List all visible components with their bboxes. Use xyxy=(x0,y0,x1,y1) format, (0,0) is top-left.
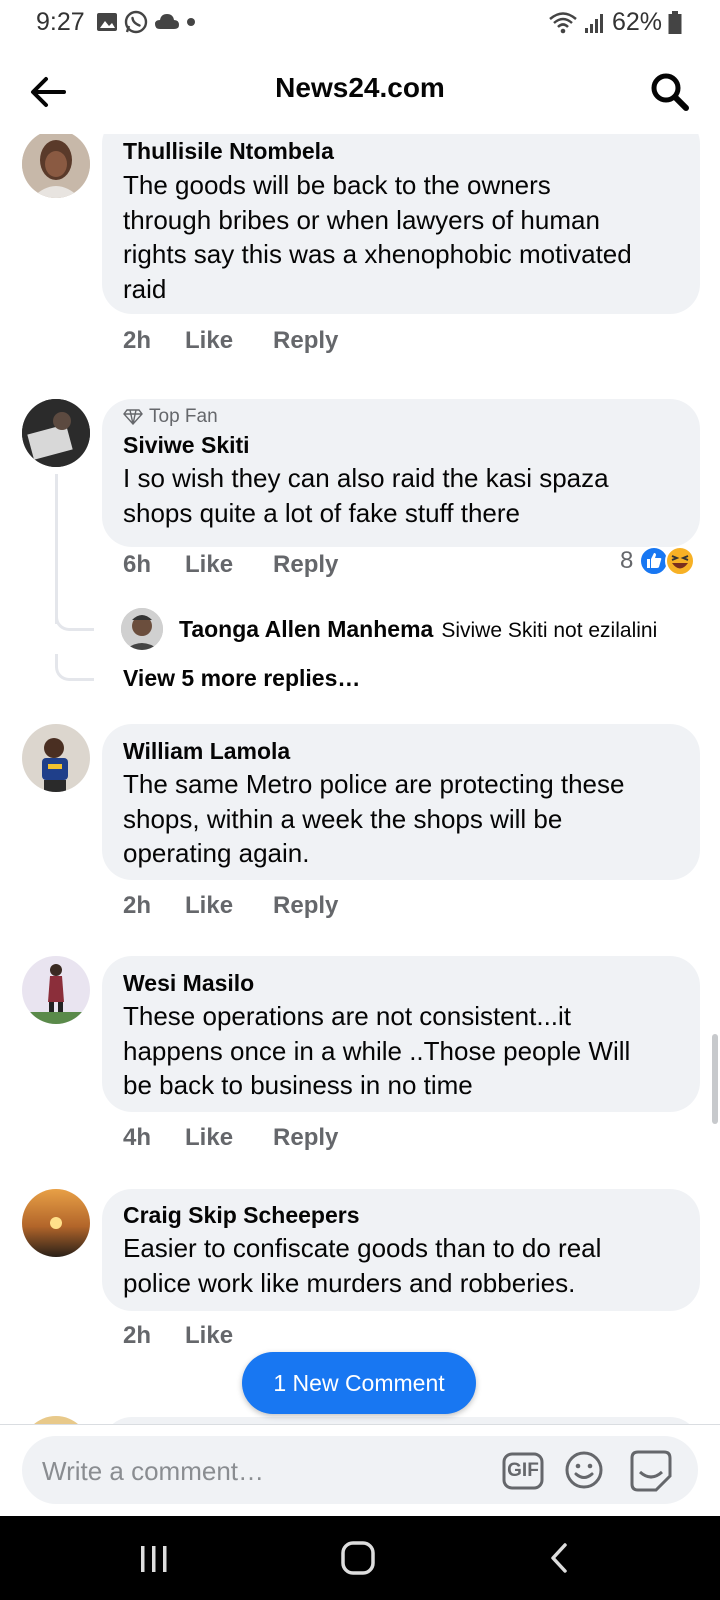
like-button[interactable]: Like xyxy=(185,1124,233,1152)
comment-text: The same Metro police are protecting the… xyxy=(123,769,625,868)
dot-icon xyxy=(187,18,195,26)
wifi-icon xyxy=(549,11,577,33)
comment-time: 2h xyxy=(123,1322,152,1349)
comment-actions: 4h Like Reply xyxy=(123,1124,338,1152)
whatsapp-icon xyxy=(124,10,148,34)
comment-actions: 2h Like Reply xyxy=(123,892,338,920)
status-system-icons: 62% xyxy=(548,8,682,37)
avatar[interactable] xyxy=(22,399,90,467)
gallery-icon xyxy=(97,13,117,31)
comment-input[interactable]: Write a comment… GIF xyxy=(22,1436,698,1504)
comment-actions: 6h Like Reply xyxy=(123,551,338,579)
commenter-name[interactable]: Siviwe Skiti xyxy=(123,432,250,459)
search-icon xyxy=(651,73,689,111)
cloud-icon xyxy=(155,14,179,29)
reply-preview[interactable]: Taonga Allen Manhema Siviwe Skiti not ez… xyxy=(179,616,657,643)
thread-line xyxy=(55,474,58,624)
thread-connector xyxy=(55,604,94,631)
sticker-icon xyxy=(630,1450,672,1492)
home-icon xyxy=(341,1541,375,1575)
system-nav-bar xyxy=(0,1516,720,1600)
like-button[interactable]: Like xyxy=(185,1322,233,1350)
avatar[interactable] xyxy=(22,1189,90,1257)
avatar[interactable] xyxy=(22,1416,90,1424)
avatar[interactable] xyxy=(22,724,90,792)
home-button[interactable] xyxy=(340,1540,376,1581)
reply-button[interactable]: Reply xyxy=(273,551,338,579)
comment-text: Easier to confiscate goods than to do re… xyxy=(123,1233,602,1298)
reply-button[interactable]: Reply xyxy=(273,1124,338,1152)
avatar[interactable] xyxy=(121,608,163,650)
status-bar: 9:27 62% xyxy=(0,0,720,46)
comment-time: 2h xyxy=(123,327,152,354)
emoji-icon xyxy=(565,1451,603,1489)
reply-button[interactable]: Reply xyxy=(273,892,338,920)
top-fan-badge: Top Fan xyxy=(123,406,218,428)
signal-icon xyxy=(584,13,603,33)
recent-apps-icon xyxy=(141,1546,167,1572)
comment-bubble[interactable] xyxy=(102,1417,700,1424)
recent-apps-button[interactable] xyxy=(138,1544,170,1579)
battery-percent: 62% xyxy=(611,8,662,36)
reply-button[interactable]: Reply xyxy=(273,327,338,355)
comment-composer-bar: Write a comment… GIF xyxy=(0,1424,720,1515)
commenter-name[interactable]: William Lamola xyxy=(123,738,290,765)
status-notification-icons xyxy=(96,10,196,34)
commenter-name[interactable]: Craig Skip Scheepers xyxy=(123,1202,360,1229)
comment-time: 4h xyxy=(123,1124,152,1151)
emoji-button[interactable] xyxy=(564,1450,604,1495)
diamond-icon xyxy=(123,409,143,425)
avatar[interactable] xyxy=(22,134,90,198)
comment-text: The goods will be back to the owners thr… xyxy=(123,170,632,304)
haha-reaction-icon xyxy=(665,546,696,576)
like-button[interactable]: Like xyxy=(185,327,233,355)
reply-text: Siviwe Skiti not ezilalini xyxy=(441,619,658,642)
sticker-button[interactable] xyxy=(630,1448,672,1497)
reaction-count: 8 xyxy=(620,547,634,574)
commenter-name[interactable]: Thullisile Ntombela xyxy=(123,138,334,165)
status-time: 9:27 xyxy=(36,8,85,36)
nav-back-icon xyxy=(551,1543,567,1573)
page-title: News24.com xyxy=(275,72,445,103)
search-button[interactable] xyxy=(648,70,692,114)
comment-time: 6h xyxy=(123,551,152,578)
comment-actions: 2h Like Reply xyxy=(123,327,338,355)
reactions-summary[interactable]: 8 xyxy=(620,546,696,576)
comment-actions: 2h Like xyxy=(123,1322,273,1350)
view-more-replies[interactable]: View 5 more replies… xyxy=(123,665,360,692)
comment-text: These operations are not consistent...it… xyxy=(123,1001,631,1100)
avatar[interactable] xyxy=(22,956,90,1024)
reply-author[interactable]: Taonga Allen Manhema xyxy=(179,616,433,643)
comments-feed[interactable]: Thullisile Ntombela The goods will be ba… xyxy=(0,134,720,1424)
scrollbar[interactable] xyxy=(712,1034,718,1124)
battery-icon xyxy=(668,10,682,34)
comment-input-placeholder[interactable]: Write a comment… xyxy=(42,1456,264,1487)
comment-time: 2h xyxy=(123,892,152,919)
app-header: News24.com xyxy=(0,46,720,134)
thread-connector xyxy=(55,654,94,681)
commenter-name[interactable]: Wesi Masilo xyxy=(123,970,254,997)
nav-back-button[interactable] xyxy=(548,1542,570,1579)
new-comment-button[interactable]: 1 New Comment xyxy=(242,1352,476,1414)
like-button[interactable]: Like xyxy=(185,551,233,579)
gif-button[interactable]: GIF xyxy=(502,1452,544,1490)
like-button[interactable]: Like xyxy=(185,892,233,920)
comment-text: I so wish they can also raid the kasi sp… xyxy=(123,463,609,528)
